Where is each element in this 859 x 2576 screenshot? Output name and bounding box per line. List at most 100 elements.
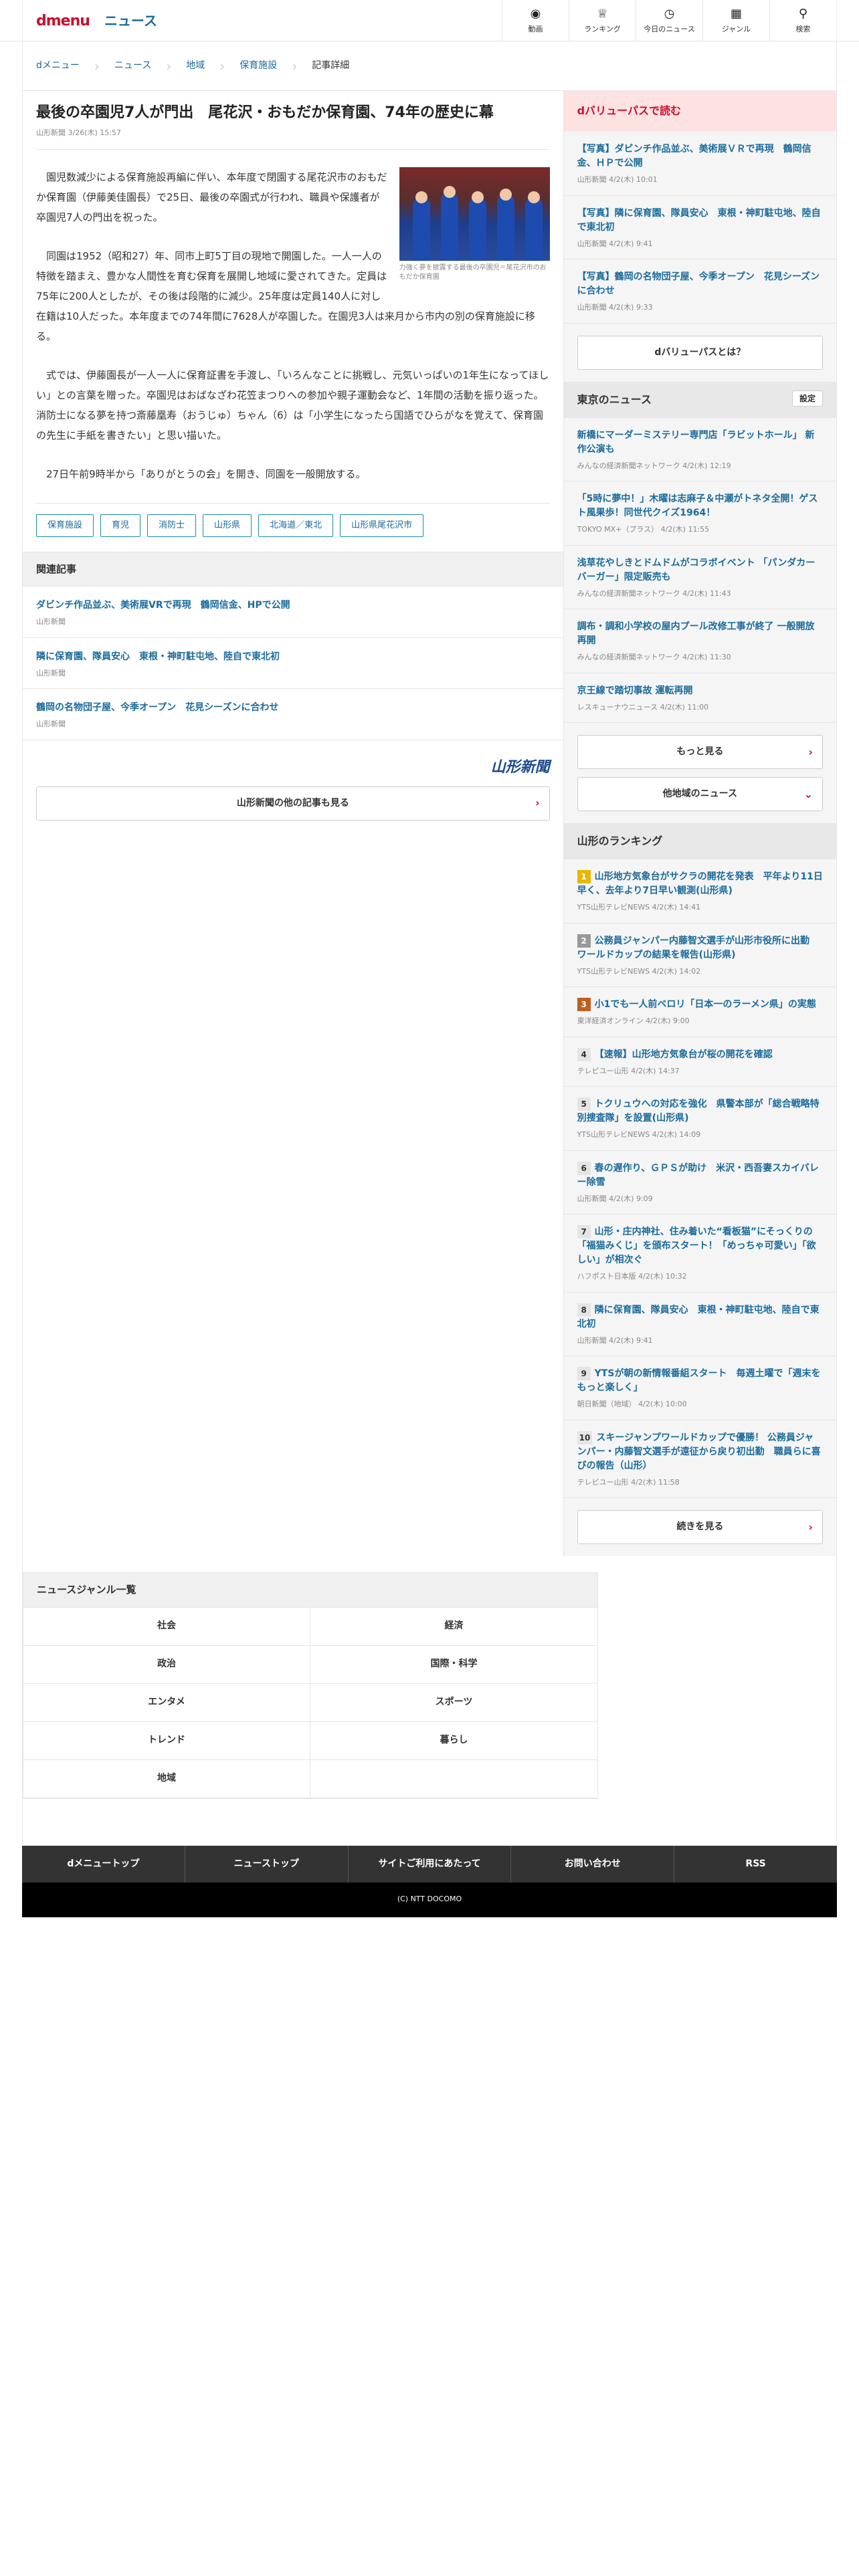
nav-ranking[interactable]: ♕ ランキング bbox=[569, 0, 636, 41]
footer-contact[interactable]: お問い合わせ bbox=[511, 1845, 675, 1883]
chevron-right-icon: › bbox=[166, 58, 172, 74]
related-heading: 関連記事 bbox=[23, 551, 563, 587]
tag-nursery[interactable]: 保育施設 bbox=[36, 514, 94, 537]
chevron-right-icon: › bbox=[94, 58, 100, 74]
genre-heading: ニュースジャンル一覧 bbox=[23, 1573, 597, 1608]
site-header: dmenu ニュース ◉ 動画 ♕ ランキング ◷ 今日のニュース ▦ ジャンル ⚲ 検索 bbox=[0, 0, 859, 41]
tag-hokkaido-tohoku[interactable]: 北海道／東北 bbox=[258, 514, 334, 537]
rank-badge: 10 bbox=[577, 1430, 593, 1444]
ranking-item[interactable]: 2 公務員ジャンパー内藤智文選手が山形市役所に出勤 ワールドカップの結果を報告(山… bbox=[563, 923, 836, 987]
ranking-heading: 山形のランキング bbox=[563, 823, 836, 859]
article-body: 力強く夢を披露する最後の卒園児＝尾花沢市のおもだか保育園 園児数減少による保育施… bbox=[23, 150, 563, 484]
rank-badge: 4 bbox=[577, 1047, 591, 1061]
genre-politics[interactable]: 政治 bbox=[23, 1645, 310, 1684]
dvalue-about-button[interactable]: dバリューパスとは？ bbox=[577, 335, 823, 370]
chevron-down-icon: ⌄ bbox=[803, 787, 813, 800]
photo-caption: 力強く夢を披露する最後の卒園児＝尾花沢市のおもだか保育園 bbox=[399, 264, 547, 282]
ranking-item[interactable]: 5 トクリュウへの対応を強化 県警本部が「総合戦略特別捜査隊」を設置(山形県) YT… bbox=[563, 1087, 836, 1151]
breadcrumb-news[interactable]: ニュース bbox=[114, 59, 151, 73]
more-news-button[interactable]: もっと見る › bbox=[577, 735, 823, 769]
breadcrumb-region[interactable]: 地域 bbox=[186, 59, 205, 73]
search-icon: ⚲ bbox=[798, 6, 808, 21]
rank-badge: 6 bbox=[577, 1161, 591, 1175]
genre-sports[interactable]: スポーツ bbox=[310, 1684, 597, 1722]
tokyo-news-item[interactable]: 新橋にマーダーミステリー専門店「ラビットホール」 新作公演も みんなの経済新聞ネッ… bbox=[563, 417, 836, 481]
rank-badge: 5 bbox=[577, 1097, 591, 1111]
ranking-item[interactable]: 10 スキージャンプワールドカップで優勝！ 公務員ジャンパー・内藤智文選手が遠征か… bbox=[563, 1420, 836, 1498]
other-region-dropdown[interactable]: 他地域のニュース ⌄ bbox=[577, 777, 823, 811]
genre-international[interactable]: 国際・科学 bbox=[310, 1646, 597, 1684]
rank-badge: 2 bbox=[577, 934, 591, 948]
sidebar: dバリューパスで読む 【写真】ダビンチ作品並ぶ、美術展ＶＲで再現 鶴岡信金、ＨＰ… bbox=[563, 91, 836, 1556]
genre-life[interactable]: 暮らし bbox=[310, 1722, 597, 1760]
article-paragraph: 式では、伊藤園長が一人一人に保育証書を手渡し、「いろんなことに挑戦し、元気いっぱ… bbox=[36, 369, 549, 442]
copyright-bar: (C) NTT DOCOMO bbox=[0, 1882, 859, 1917]
ranking-more-button[interactable]: 続きを見る › bbox=[577, 1510, 823, 1544]
tag-yamagata[interactable]: 山形県 bbox=[203, 514, 252, 537]
rank-badge: 9 bbox=[577, 1367, 591, 1380]
breadcrumb-nursery[interactable]: 保育施設 bbox=[240, 59, 277, 73]
ranking-item[interactable]: 7 山形・庄内神社、住み着いた“看板猫”にそっくりの「福猫みくじ」を頒布スタート！… bbox=[563, 1214, 836, 1293]
settings-button[interactable]: 設定 bbox=[791, 390, 823, 407]
tag-firefighter[interactable]: 消防士 bbox=[147, 514, 197, 537]
footer-terms[interactable]: サイトご利用にあたって bbox=[349, 1845, 512, 1883]
grid-icon: ▦ bbox=[730, 6, 742, 21]
genre-region[interactable]: 地域 bbox=[23, 1759, 310, 1798]
tag-obanazawa[interactable]: 山形県尾花沢市 bbox=[340, 514, 424, 537]
photo-image[interactable] bbox=[399, 167, 550, 261]
genre-entertainment[interactable]: エンタメ bbox=[23, 1683, 310, 1722]
breadcrumb-dmenu[interactable]: dメニュー bbox=[36, 59, 80, 73]
ranking-item[interactable]: 1 山形地方気象台がサクラの開花を発表 平年より11日早く、去年より7日早い観測(… bbox=[563, 859, 836, 924]
footer-news-top[interactable]: ニューストップ bbox=[185, 1845, 349, 1883]
related-item[interactable]: 鶴岡の名物団子屋、今季オープン 花見シーズンに合わせ 山形新聞 bbox=[23, 689, 563, 740]
genre-trend[interactable]: トレンド bbox=[23, 1721, 310, 1760]
article-photo[interactable]: 力強く夢を披露する最後の卒園児＝尾花沢市のおもだか保育園 bbox=[399, 167, 550, 282]
tokyo-news-item[interactable]: 浅草花やしきとドムドムがコラボイベント 「パンダカーバーガー」限定販売も みんなの… bbox=[563, 545, 836, 609]
ranking-item[interactable]: 9 YTSが朝の新情報番組スタート 毎週土曜で「週末をもっと楽しく」 朝日新聞（地域… bbox=[563, 1356, 836, 1420]
rank-badge: 7 bbox=[577, 1225, 591, 1239]
dvalue-heading: dバリューパスで読む bbox=[563, 91, 836, 132]
more-publisher-articles-button[interactable]: 山形新聞の他の記事も見る › bbox=[36, 786, 550, 821]
ranking-item[interactable]: 4 【速報】山形地方気象台が桜の開花を確認 テレビユー山形 4/2(木) 14:37 bbox=[563, 1037, 836, 1087]
tokyo-news-item[interactable]: 「5時に夢中！」木曜は志麻子＆中瀬がトネタ全開！ゲスト風果歩！同世代クイズ196… bbox=[563, 481, 836, 546]
ranking-item[interactable]: 3 小1でも一人前ベロリ「日本一のラーメン県」の実態 東洋経済オンライン 4/2(木… bbox=[563, 987, 836, 1037]
chevron-right-icon: › bbox=[808, 745, 813, 758]
chevron-right-icon: › bbox=[808, 1520, 813, 1533]
genre-economy[interactable]: 経済 bbox=[310, 1608, 597, 1646]
tokyo-news-heading: 東京のニュース 設定 bbox=[563, 381, 836, 418]
copyright: (C) NTT DOCOMO bbox=[397, 1895, 462, 1904]
header-nav: ◉ 動画 ♕ ランキング ◷ 今日のニュース ▦ ジャンル ⚲ 検索 bbox=[502, 0, 836, 41]
publisher-logo[interactable]: 山形新聞 bbox=[491, 759, 550, 776]
footer-rss[interactable]: RSS bbox=[674, 1846, 837, 1883]
tokyo-news-item[interactable]: 調布・調和小学校の屋内プール改修工事が終了 一般開放再開 みんなの経済新聞ネットワ… bbox=[563, 609, 836, 673]
nav-search[interactable]: ⚲ 検索 bbox=[769, 0, 836, 41]
genre-society[interactable]: 社会 bbox=[23, 1607, 310, 1646]
chevron-right-icon: › bbox=[292, 58, 298, 74]
chevron-right-icon: › bbox=[535, 796, 540, 810]
related-item[interactable]: 隣に保育園、隊員安心 東根・神町駐屯地、陸自で東北初 山形新聞 bbox=[23, 638, 563, 689]
article-title: 最後の卒園児7人が門出 尾花沢・おもだか保育園、74年の歴史に幕 bbox=[36, 104, 494, 121]
nav-video[interactable]: ◉ 動画 bbox=[502, 0, 569, 41]
dvalue-item[interactable]: 【写真】鶴岡の名物団子屋、今季オープン 花見シーズンに合わせ 山形新聞 4/2(木… bbox=[563, 259, 836, 324]
dvalue-item[interactable]: 【写真】隣に保育園、隊員安心 東根・神町駐屯地、陸自で東北初 山形新聞 4/2(木… bbox=[563, 195, 836, 259]
article-meta: 山形新聞 3/26(木) 15:57 bbox=[36, 128, 550, 150]
related-item[interactable]: ダビンチ作品並ぶ、美術展VRで再現 鶴岡信金、HPで公開 山形新聞 bbox=[23, 586, 563, 638]
tag-childcare[interactable]: 育児 bbox=[100, 514, 141, 537]
nav-genre[interactable]: ▦ ジャンル bbox=[702, 0, 769, 41]
breadcrumb: dメニュー › ニュース › 地域 › 保育施設 › 記事詳細 bbox=[0, 41, 859, 91]
dmenu-logo[interactable]: dmenu bbox=[36, 10, 90, 32]
section-title[interactable]: ニュース bbox=[104, 11, 157, 31]
rank-badge: 1 bbox=[577, 870, 591, 883]
video-camera-icon: ◉ bbox=[530, 6, 541, 21]
nav-today[interactable]: ◷ 今日のニュース bbox=[636, 0, 702, 41]
article-paragraph: 27日午前9時半から「ありがとうの会」を開き、同園を一般開放する。 bbox=[46, 468, 366, 481]
tokyo-news-item[interactable]: 京王線で踏切事故 運転再開 レスキューナウニュース 4/2(木) 11:00 bbox=[563, 673, 836, 723]
genre-empty bbox=[310, 1760, 597, 1798]
dvalue-item[interactable]: 【写真】ダビンチ作品並ぶ、美術展ＶＲで再現 鶴岡信金、ＨＰで公開 山形新聞 4/2… bbox=[563, 132, 836, 196]
footer-dmenu-top[interactable]: dメニュートップ bbox=[22, 1845, 185, 1883]
trophy-icon: ♕ bbox=[597, 6, 608, 21]
ranking-item[interactable]: 8 隣に保育園、隊員安心 東根・神町駐屯地、陸自で東北初 山形新聞 4/2(木) 9… bbox=[563, 1292, 836, 1356]
tag-list: 保育施設 育児 消防士 山形県 北海道／東北 山形県尾花沢市 bbox=[36, 503, 550, 552]
ranking-item[interactable]: 6 春の遅作り、ＧＰＳが助け 米沢・西吾妻スカイバレー除雪 山形新聞 4/2(木) … bbox=[563, 1150, 836, 1214]
article: 最後の卒園児7人が門出 尾花沢・おもだか保育園、74年の歴史に幕 山形新聞 3/… bbox=[23, 91, 564, 1556]
